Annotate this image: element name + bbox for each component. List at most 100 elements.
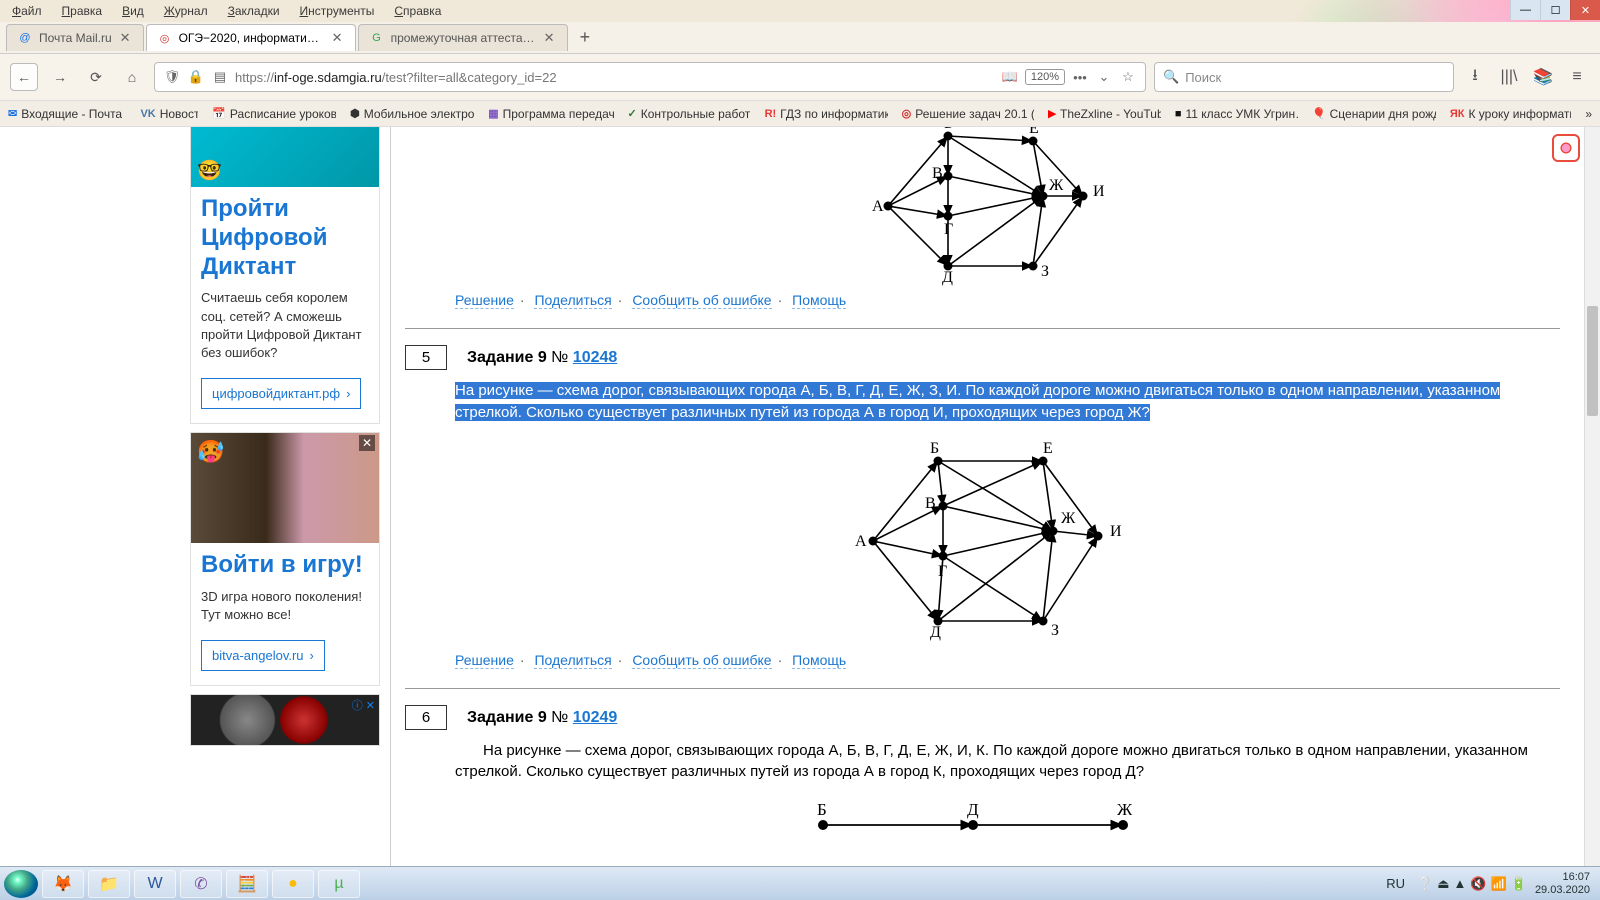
page-actions-icon[interactable]: ••• — [1071, 70, 1089, 85]
bookmark-0[interactable]: ✉Входящие - Почта … — [8, 106, 126, 122]
svg-text:А: А — [855, 533, 867, 550]
tab-close-icon[interactable]: ✕ — [118, 30, 133, 46]
taskbar-app-2[interactable]: W — [134, 870, 176, 898]
minimize-button[interactable]: — — [1510, 0, 1540, 20]
taskbar: 🦊📁W✆🧮●µ RU ❔ ⏏ ▲🔇 📶 🔋 16:07 29.03.2020 — [0, 866, 1600, 900]
task-6-id-link[interactable]: 10249 — [573, 709, 618, 726]
menu-Правка[interactable]: Правка — [58, 2, 107, 20]
permissions-icon[interactable]: ▤ — [211, 69, 229, 85]
solution-link[interactable]: Решение — [455, 652, 514, 669]
ad-2-button[interactable]: bitva-angelov.ru› — [201, 640, 325, 671]
ad-card-3[interactable]: ⓘ ✕ — [190, 694, 380, 746]
vertical-divider — [390, 116, 391, 866]
bookmark-10[interactable]: 🎈Сценарии дня рожд… — [1312, 106, 1436, 122]
ad-1-button[interactable]: цифровойдиктант.рф› — [201, 378, 361, 409]
help-link[interactable]: Помощь — [792, 292, 846, 309]
chevron-right-icon: › — [310, 648, 314, 663]
scrollbar-thumb[interactable] — [1587, 306, 1598, 416]
taskbar-app-4[interactable]: 🧮 — [226, 870, 268, 898]
taskbar-app-0[interactable]: 🦊 — [42, 870, 84, 898]
share-link[interactable]: Поделиться — [534, 292, 611, 309]
nav-forward-button[interactable]: → — [46, 63, 74, 91]
tab-close-icon[interactable]: ✕ — [330, 30, 345, 46]
library-icon[interactable]: |||\ — [1496, 68, 1522, 86]
bookmark-favicon-icon: ◎ — [902, 106, 912, 122]
maximize-button[interactable]: ☐ — [1540, 0, 1570, 20]
pocket-icon[interactable]: ⌄ — [1095, 69, 1113, 85]
nav-home-button[interactable]: ⌂ — [118, 63, 146, 91]
task-6-header: 6 Задание 9 № 10249 — [405, 705, 1560, 730]
tab-1[interactable]: ◎ОГЭ−2020, информатика: задания,✕ — [146, 24, 356, 51]
task-4-actions: Решение· Поделиться· Сообщить об ошибке·… — [405, 286, 1560, 322]
help-link[interactable]: Помощь — [792, 652, 846, 669]
bookmark-1[interactable]: VKНовости — [140, 106, 198, 122]
shield-icon[interactable]: 🛡 — [163, 69, 181, 85]
nav-back-button[interactable]: ← — [10, 63, 38, 91]
bookmark-5[interactable]: ✓Контрольные работ… — [628, 106, 751, 122]
ad-card-1[interactable]: 🤓 Пройти Цифровой Диктант Считаешь себя … — [190, 116, 380, 424]
lock-icon[interactable]: 🔒 — [187, 69, 205, 85]
bookmark-star-icon[interactable]: ☆ — [1119, 69, 1137, 85]
bookmark-11[interactable]: ЯКК уроку информати… — [1450, 106, 1571, 122]
menu-Инструменты[interactable]: Инструменты — [296, 2, 379, 20]
menu-Вид[interactable]: Вид — [118, 2, 148, 20]
start-button[interactable] — [4, 870, 38, 898]
tray-icon-4[interactable]: 📶 — [1491, 876, 1507, 891]
svg-text:И: И — [1093, 183, 1105, 200]
tray-clock[interactable]: 16:07 29.03.2020 — [1535, 871, 1590, 895]
ad-2-title: Войти в иг­ру! — [191, 543, 379, 588]
ad-card-2[interactable]: 🥵✕ Войти в иг­ру! 3D игра нового поколе­… — [190, 432, 380, 686]
tray-icon-2[interactable]: ▲ — [1454, 876, 1467, 891]
menu-Справка[interactable]: Справка — [390, 2, 445, 20]
solution-link[interactable]: Решение — [455, 292, 514, 309]
close-window-button[interactable]: ✕ — [1570, 0, 1600, 20]
bookmarks-bar: ✉Входящие - Почта … VKНовости 📅Расписание … — [0, 101, 1600, 127]
task-5-id-link[interactable]: 10248 — [573, 349, 618, 366]
search-input[interactable]: 🔍 Поиск — [1154, 62, 1454, 92]
bookmark-7[interactable]: ◎Решение задач 20.1 (… — [902, 106, 1034, 122]
bookmark-2[interactable]: 📅Расписание уроков … — [212, 106, 336, 122]
new-tab-button[interactable]: + — [570, 27, 601, 48]
bookmark-4[interactable]: ▦Программа передач… — [488, 106, 613, 122]
bookmark-6[interactable]: R!ГДЗ по информатик… — [765, 106, 888, 122]
search-placeholder: Поиск — [1185, 70, 1221, 85]
tab-close-icon[interactable]: ✕ — [542, 30, 557, 46]
task-5-text[interactable]: На рисунке — схема дорог, связывающих го… — [455, 382, 1500, 421]
app-menu-icon[interactable]: ≡ — [1564, 68, 1590, 86]
tray-icon-0[interactable]: ❔ — [1417, 876, 1433, 891]
taskbar-app-1[interactable]: 📁 — [88, 870, 130, 898]
tray-lang[interactable]: RU — [1386, 876, 1405, 891]
svg-text:И: И — [1110, 523, 1122, 540]
bookmark-3[interactable]: ⬢Мобильное электро… — [350, 106, 474, 122]
ad-2-close-icon[interactable]: ✕ — [359, 435, 375, 451]
menu-Файл[interactable]: Файл — [8, 2, 46, 20]
url-text: https://inf-oge.sdamgia.ru/test?filter=a… — [235, 70, 995, 85]
tab-0[interactable]: @Почта Mail.ru✕ — [6, 24, 144, 51]
reader-mode-icon[interactable]: 📖 — [1001, 69, 1019, 85]
bookmark-label: Программа передач… — [503, 107, 614, 121]
sidebar-icon[interactable]: 📚 — [1530, 67, 1556, 87]
zoom-badge[interactable]: 120% — [1025, 69, 1065, 85]
taskbar-app-6[interactable]: µ — [318, 870, 360, 898]
report-link[interactable]: Сообщить об ошибке — [632, 292, 771, 309]
tab-2[interactable]: Gпромежуточная аттестация 9 класс✕ — [358, 24, 568, 51]
task-6-body: На рисунке — схема дорог, связывающих го… — [405, 740, 1560, 784]
ad-info-icon[interactable]: ⓘ ✕ — [352, 697, 375, 713]
bookmark-9[interactable]: ■11 класс УМК Угрин… — [1175, 106, 1298, 122]
page-scrollbar[interactable] — [1584, 116, 1600, 866]
menu-Журнал[interactable]: Журнал — [160, 2, 212, 20]
menu-Закладки[interactable]: Закладки — [224, 2, 284, 20]
report-link[interactable]: Сообщить об ошибке — [632, 652, 771, 669]
taskbar-app-5[interactable]: ● — [272, 870, 314, 898]
share-link[interactable]: Поделиться — [534, 652, 611, 669]
taskbar-app-3[interactable]: ✆ — [180, 870, 222, 898]
address-bar[interactable]: 🛡 🔒 ▤ https://inf-oge.sdamgia.ru/test?fi… — [154, 62, 1146, 92]
bookmark-8[interactable]: ▶TheZxline - YouTube — [1048, 106, 1161, 122]
tray-icon-3[interactable]: 🔇 — [1470, 876, 1486, 891]
nav-reload-button[interactable]: ⟳ — [82, 63, 110, 91]
tray-icon-5[interactable]: 🔋 — [1511, 876, 1527, 891]
downloads-icon[interactable]: ⭳ — [1462, 64, 1488, 91]
dot-sep: · — [612, 652, 629, 668]
tray-icon-1[interactable]: ⏏ — [1437, 876, 1449, 891]
bookmarks-overflow-icon[interactable]: » — [1585, 107, 1592, 121]
